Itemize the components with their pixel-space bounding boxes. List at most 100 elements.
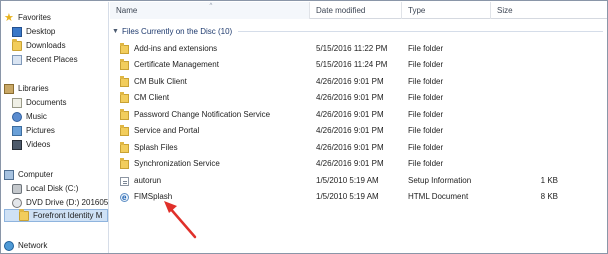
file-row[interactable]: Splash Files 4/26/2016 9:01 PM File fold… [116,140,605,156]
folder-icon [120,91,129,103]
file-name: CM Client [134,93,170,102]
file-row[interactable]: Service and Portal 4/26/2016 9:01 PM Fil… [116,123,605,139]
column-header-name[interactable]: ^ Name [110,2,310,19]
file-name: Certificate Management [134,60,219,69]
file-row[interactable]: Certificate Management 5/15/2016 11:24 P… [116,57,605,73]
documents-icon [12,97,22,108]
dvd-drive-icon [12,197,22,208]
column-header-label: Size [497,6,513,15]
navigation-pane[interactable]: ★ Favorites Desktop Downloads Recent Pla… [2,2,109,253]
nav-item-label: DVD Drive (D:) 201605 [26,198,109,207]
file-row[interactable]: CM Client 4/26/2016 9:01 PM File folder [116,90,605,106]
file-date: 5/15/2016 11:22 PM [316,44,388,53]
file-name-cell: autorun [120,173,161,189]
nav-item-desktop[interactable]: Desktop [12,25,55,38]
file-row[interactable]: Password Change Notification Service 4/2… [116,107,605,123]
nav-item-label: Documents [26,98,67,107]
nav-item-dvd-drive[interactable]: DVD Drive (D:) 201605 [12,196,108,209]
nav-computer[interactable]: Computer [4,168,53,181]
file-name: Service and Portal [134,126,200,135]
sort-ascending-icon: ^ [209,3,213,9]
file-date: 4/26/2016 9:01 PM [316,77,384,86]
nav-item-music[interactable]: Music [12,110,47,123]
file-row[interactable]: Synchronization Service 4/26/2016 9:01 P… [116,156,605,172]
folder-icon [120,108,129,120]
nav-item-label: Videos [26,140,51,149]
nav-item-label: Local Disk (C:) [26,184,79,193]
file-size: 1 KB [540,176,558,185]
libraries-icon [4,83,14,94]
nav-item-label: Downloads [26,41,66,50]
folder-icon [19,208,29,221]
nav-item-forefront-identity[interactable]: Forefront Identity M [4,208,108,222]
group-header[interactable]: ▼ Files Currently on the Disc (10) [110,24,607,38]
annotation-arrow [164,201,197,239]
nav-item-pictures[interactable]: Pictures [12,124,55,137]
file-date: 1/5/2010 5:19 AM [316,192,379,201]
folder-icon [120,58,129,70]
nav-favorites-label: Favorites [18,13,51,22]
file-name-cell: CM Client [120,90,169,106]
nav-item-label: Desktop [26,27,56,36]
file-date: 4/26/2016 9:01 PM [316,93,384,102]
nav-item-local-disk[interactable]: Local Disk (C:) [12,182,78,195]
file-name: Add-ins and extensions [134,44,218,53]
nav-item-documents[interactable]: Documents [12,96,66,109]
nav-favorites[interactable]: ★ Favorites [4,11,51,24]
file-row[interactable]: autorun 1/5/2010 5:19 AM Setup Informati… [116,173,605,189]
file-date: 5/15/2016 11:24 PM [316,60,388,69]
star-icon: ★ [4,11,14,24]
file-name: Password Change Notification Service [134,110,271,119]
computer-icon [4,169,14,180]
local-disk-icon [12,183,22,194]
pictures-icon [12,125,22,136]
videos-icon [12,139,22,150]
downloads-icon [12,38,22,51]
file-type: File folder [408,110,444,119]
explorer-window: ★ Favorites Desktop Downloads Recent Pla… [0,0,608,254]
nav-item-downloads[interactable]: Downloads [12,38,66,52]
file-date: 4/26/2016 9:01 PM [316,159,384,168]
setup-info-icon [120,176,129,186]
folder-icon [120,141,129,153]
collapse-chevron-icon[interactable]: ▼ [112,28,119,35]
file-name-cell: Certificate Management [120,57,219,73]
group-label: Files Currently on the Disc (10) [121,26,233,36]
file-type: File folder [408,60,444,69]
file-date: 4/26/2016 9:01 PM [316,143,384,152]
nav-network[interactable]: Network [4,239,47,252]
file-row[interactable]: Add-ins and extensions 5/15/2016 11:22 P… [116,41,605,57]
file-name: Synchronization Service [134,159,220,168]
file-type: File folder [408,143,444,152]
file-name-cell: CM Bulk Client [120,74,187,90]
file-type: File folder [408,77,444,86]
network-icon [4,240,14,251]
nav-libraries[interactable]: Libraries [4,82,49,95]
file-name: Splash Files [134,143,178,152]
desktop-icon [12,26,22,37]
nav-network-label: Network [18,241,48,250]
file-date: 4/26/2016 9:01 PM [316,110,384,119]
file-name-cell: Password Change Notification Service [120,107,270,123]
column-header-type[interactable]: Type [402,2,491,19]
folder-icon [120,42,129,54]
html-document-icon [120,190,129,206]
file-size: 8 KB [540,192,558,201]
file-date: 4/26/2016 9:01 PM [316,126,384,135]
nav-item-label: Music [26,112,47,121]
nav-item-recent-places[interactable]: Recent Places [12,53,78,66]
column-header-bar: ^ Name Date modified Type Size [110,2,607,19]
music-icon [12,111,22,122]
file-row[interactable]: CM Bulk Client 4/26/2016 9:01 PM File fo… [116,74,605,90]
file-type: File folder [408,44,444,53]
column-header-date-modified[interactable]: Date modified [310,2,402,19]
folder-icon [120,124,129,136]
nav-item-videos[interactable]: Videos [12,138,50,151]
nav-item-label: Recent Places [26,55,78,64]
folder-icon [120,75,129,87]
file-type: HTML Document [408,192,469,201]
column-header-size[interactable]: Size [491,2,607,19]
column-header-label: Date modified [316,6,366,15]
nav-libraries-label: Libraries [18,84,49,93]
file-type: File folder [408,93,444,102]
